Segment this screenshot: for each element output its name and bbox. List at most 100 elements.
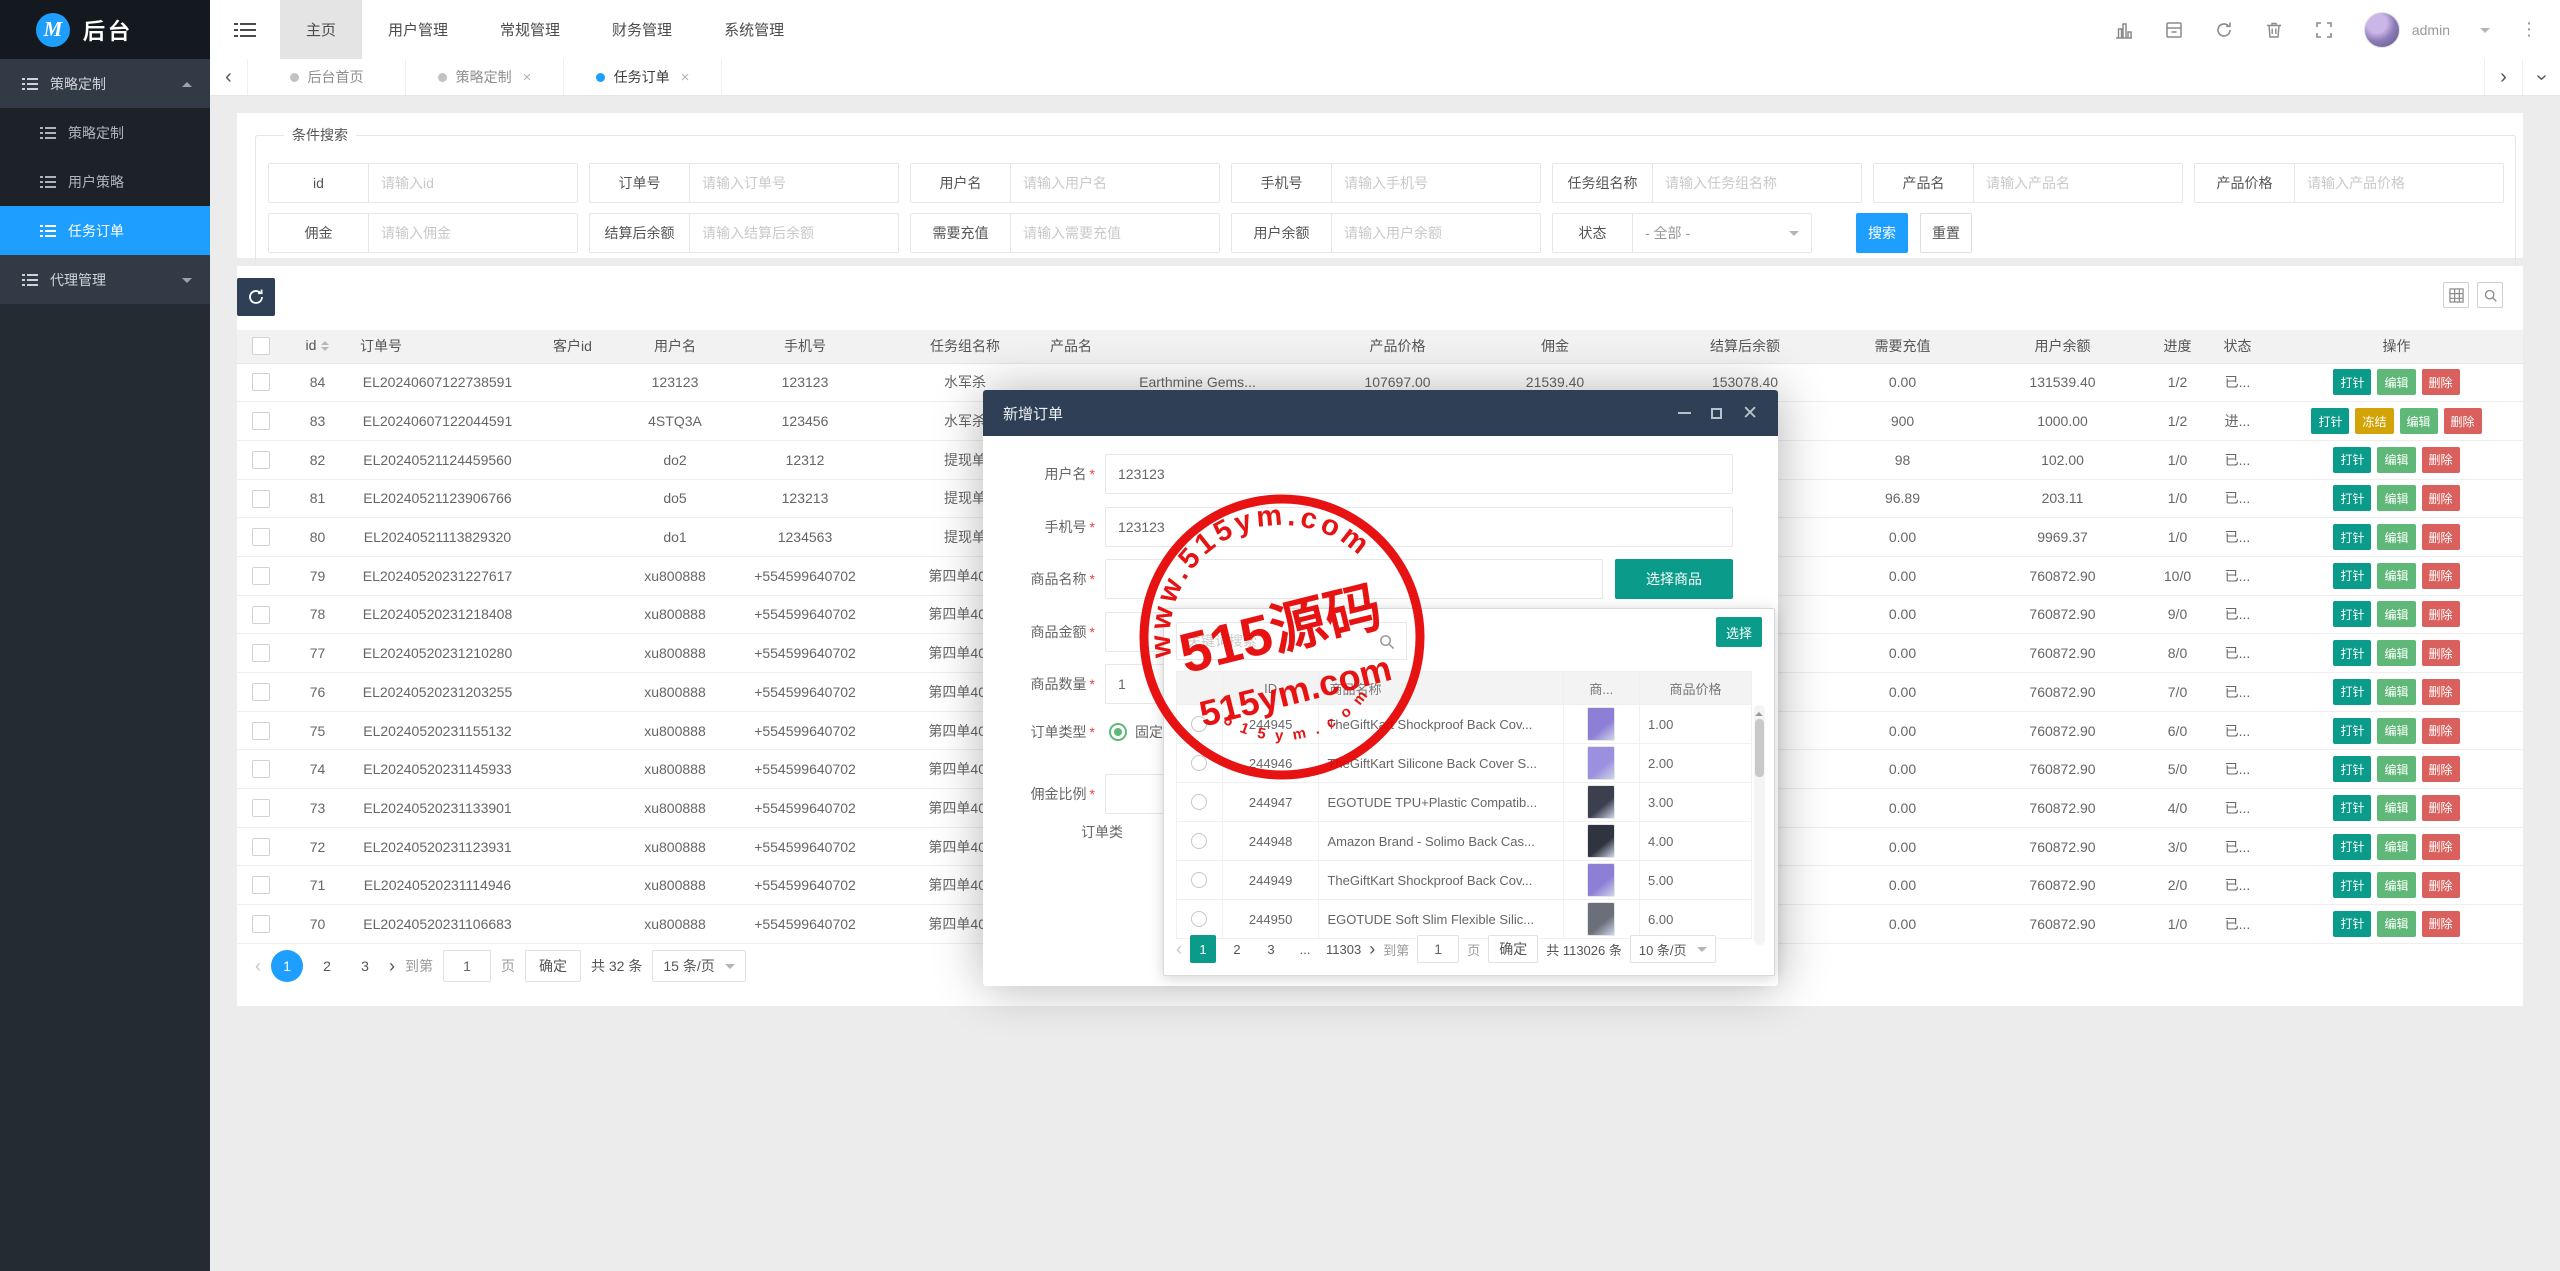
more-menu-icon[interactable]: ⋮ bbox=[2520, 19, 2538, 40]
select-all-checkbox[interactable] bbox=[252, 337, 270, 355]
action-button-red[interactable]: 删除 bbox=[2422, 640, 2460, 666]
action-button-red[interactable]: 删除 bbox=[2422, 834, 2460, 860]
maximize-icon[interactable] bbox=[1711, 408, 1722, 419]
scrollbar-thumb[interactable] bbox=[1755, 719, 1764, 777]
card-icon[interactable] bbox=[2164, 20, 2184, 40]
action-button-red[interactable]: 删除 bbox=[2422, 756, 2460, 782]
action-button-red[interactable]: 删除 bbox=[2422, 718, 2460, 744]
action-button-red[interactable]: 删除 bbox=[2444, 408, 2482, 434]
action-button-red[interactable]: 删除 bbox=[2422, 679, 2460, 705]
action-button-teal[interactable]: 打针 bbox=[2333, 872, 2371, 898]
sort-desc-icon[interactable] bbox=[321, 347, 329, 355]
action-button-green[interactable]: 编辑 bbox=[2377, 369, 2415, 395]
action-button-teal[interactable]: 打针 bbox=[2333, 640, 2371, 666]
select-product-button[interactable]: 选择 bbox=[1716, 617, 1762, 647]
column-header-11[interactable]: 需要充值 bbox=[1830, 330, 1975, 363]
row-checkbox[interactable] bbox=[252, 373, 270, 391]
action-button-green[interactable]: 编辑 bbox=[2377, 679, 2415, 705]
action-button-green[interactable]: 编辑 bbox=[2377, 601, 2415, 627]
row-checkbox[interactable] bbox=[252, 606, 270, 624]
top-menu-item-5[interactable]: 系统管理 bbox=[698, 0, 810, 59]
action-button-teal[interactable]: 打针 bbox=[2333, 369, 2371, 395]
column-header-4[interactable]: 用户名 bbox=[630, 330, 720, 363]
tab-2[interactable]: 策略定制× bbox=[406, 59, 564, 95]
action-button-green[interactable]: 编辑 bbox=[2377, 485, 2415, 511]
page-next-icon[interactable]: › bbox=[1369, 939, 1375, 960]
column-header-5[interactable]: 手机号 bbox=[720, 330, 890, 363]
action-button-green[interactable]: 编辑 bbox=[2377, 524, 2415, 550]
tabs-scroll-right-icon[interactable]: › bbox=[2484, 59, 2522, 95]
action-button-green[interactable]: 编辑 bbox=[2377, 834, 2415, 860]
column-header-13[interactable]: 进度 bbox=[2150, 330, 2205, 363]
action-button-green[interactable]: 编辑 bbox=[2377, 911, 2415, 937]
row-checkbox[interactable] bbox=[252, 838, 270, 856]
action-button-green[interactable]: 编辑 bbox=[2377, 756, 2415, 782]
search-field-input[interactable] bbox=[2295, 164, 2503, 202]
action-button-red[interactable]: 删除 bbox=[2422, 601, 2460, 627]
choose-product-button[interactable]: 选择商品 bbox=[1615, 559, 1733, 599]
tab-close-icon[interactable]: × bbox=[523, 69, 532, 86]
sidebar-group-1[interactable]: 策略定制 bbox=[0, 59, 210, 108]
trash-icon[interactable] bbox=[2264, 20, 2284, 40]
action-button-red[interactable]: 删除 bbox=[2422, 911, 2460, 937]
row-checkbox[interactable] bbox=[252, 412, 270, 430]
search-field-input[interactable] bbox=[369, 164, 577, 202]
page-prev-icon[interactable]: ‹ bbox=[1176, 939, 1182, 960]
sidebar-item-1-1[interactable]: 策略定制 bbox=[0, 108, 210, 157]
product-radio[interactable] bbox=[1191, 716, 1207, 732]
row-checkbox[interactable] bbox=[252, 528, 270, 546]
top-menu-item-2[interactable]: 用户管理 bbox=[362, 0, 474, 59]
action-button-teal[interactable]: 打针 bbox=[2333, 679, 2371, 705]
page-number-1[interactable]: 1 bbox=[1190, 935, 1216, 963]
table-search-icon[interactable] bbox=[2477, 282, 2503, 308]
action-button-red[interactable]: 删除 bbox=[2422, 524, 2460, 550]
refresh-icon[interactable] bbox=[2214, 20, 2234, 40]
sidebar-group-2[interactable]: 代理管理 bbox=[0, 255, 210, 304]
page-number-3[interactable]: 3 bbox=[351, 951, 379, 981]
close-icon[interactable]: ✕ bbox=[1742, 404, 1758, 423]
action-button-green[interactable]: 编辑 bbox=[2400, 408, 2438, 434]
action-button-green[interactable]: 编辑 bbox=[2377, 640, 2415, 666]
sort-asc-icon[interactable] bbox=[321, 337, 329, 345]
action-button-green[interactable]: 编辑 bbox=[2377, 563, 2415, 589]
search-field-input[interactable] bbox=[1974, 164, 2182, 202]
search-field-input[interactable] bbox=[1011, 214, 1219, 252]
product-radio[interactable] bbox=[1191, 794, 1207, 810]
reset-button[interactable]: 重置 bbox=[1920, 213, 1972, 253]
tab-close-icon[interactable]: × bbox=[681, 69, 690, 86]
order-type-radio[interactable] bbox=[1109, 723, 1127, 741]
action-button-red[interactable]: 删除 bbox=[2422, 872, 2460, 898]
action-button-teal[interactable]: 打针 bbox=[2333, 911, 2371, 937]
goto-page-input[interactable] bbox=[1417, 935, 1459, 963]
tabs-scroll-left-icon[interactable]: ‹ bbox=[210, 59, 248, 95]
goto-page-input[interactable] bbox=[443, 950, 491, 982]
column-header-3[interactable]: 客户id bbox=[515, 330, 630, 363]
row-checkbox[interactable] bbox=[252, 567, 270, 585]
action-button-teal[interactable]: 打针 bbox=[2333, 795, 2371, 821]
sort-icon[interactable] bbox=[321, 337, 329, 355]
row-checkbox[interactable] bbox=[252, 644, 270, 662]
column-header-12[interactable]: 用户余额 bbox=[1975, 330, 2150, 363]
page-number-2[interactable]: 2 bbox=[313, 951, 341, 981]
top-menu-item-3[interactable]: 常规管理 bbox=[474, 0, 586, 59]
search-field-input[interactable] bbox=[1653, 164, 1861, 202]
minimize-icon[interactable] bbox=[1678, 412, 1691, 414]
row-checkbox[interactable] bbox=[252, 683, 270, 701]
row-checkbox[interactable] bbox=[252, 451, 270, 469]
product-radio[interactable] bbox=[1191, 833, 1207, 849]
phone-input[interactable] bbox=[1105, 507, 1733, 547]
keyword-search-input[interactable] bbox=[1176, 622, 1368, 660]
page-number-3[interactable]: 3 bbox=[1258, 935, 1284, 963]
scrollbar[interactable] bbox=[1754, 705, 1765, 945]
page-prev-icon[interactable]: ‹ bbox=[255, 956, 261, 977]
action-button-teal[interactable]: 打针 bbox=[2333, 601, 2371, 627]
username-input[interactable] bbox=[1105, 454, 1733, 494]
modal-header[interactable]: 新增订单 ✕ bbox=[983, 390, 1778, 436]
goto-confirm-button[interactable]: 确定 bbox=[1488, 935, 1538, 963]
action-button-green[interactable]: 编辑 bbox=[2377, 447, 2415, 473]
column-header-7[interactable]: 产品名 bbox=[1040, 330, 1345, 363]
action-button-red[interactable]: 删除 bbox=[2422, 447, 2460, 473]
search-icon[interactable] bbox=[1367, 622, 1407, 660]
table-columns-icon[interactable] bbox=[2443, 282, 2469, 308]
avatar[interactable] bbox=[2364, 12, 2400, 48]
